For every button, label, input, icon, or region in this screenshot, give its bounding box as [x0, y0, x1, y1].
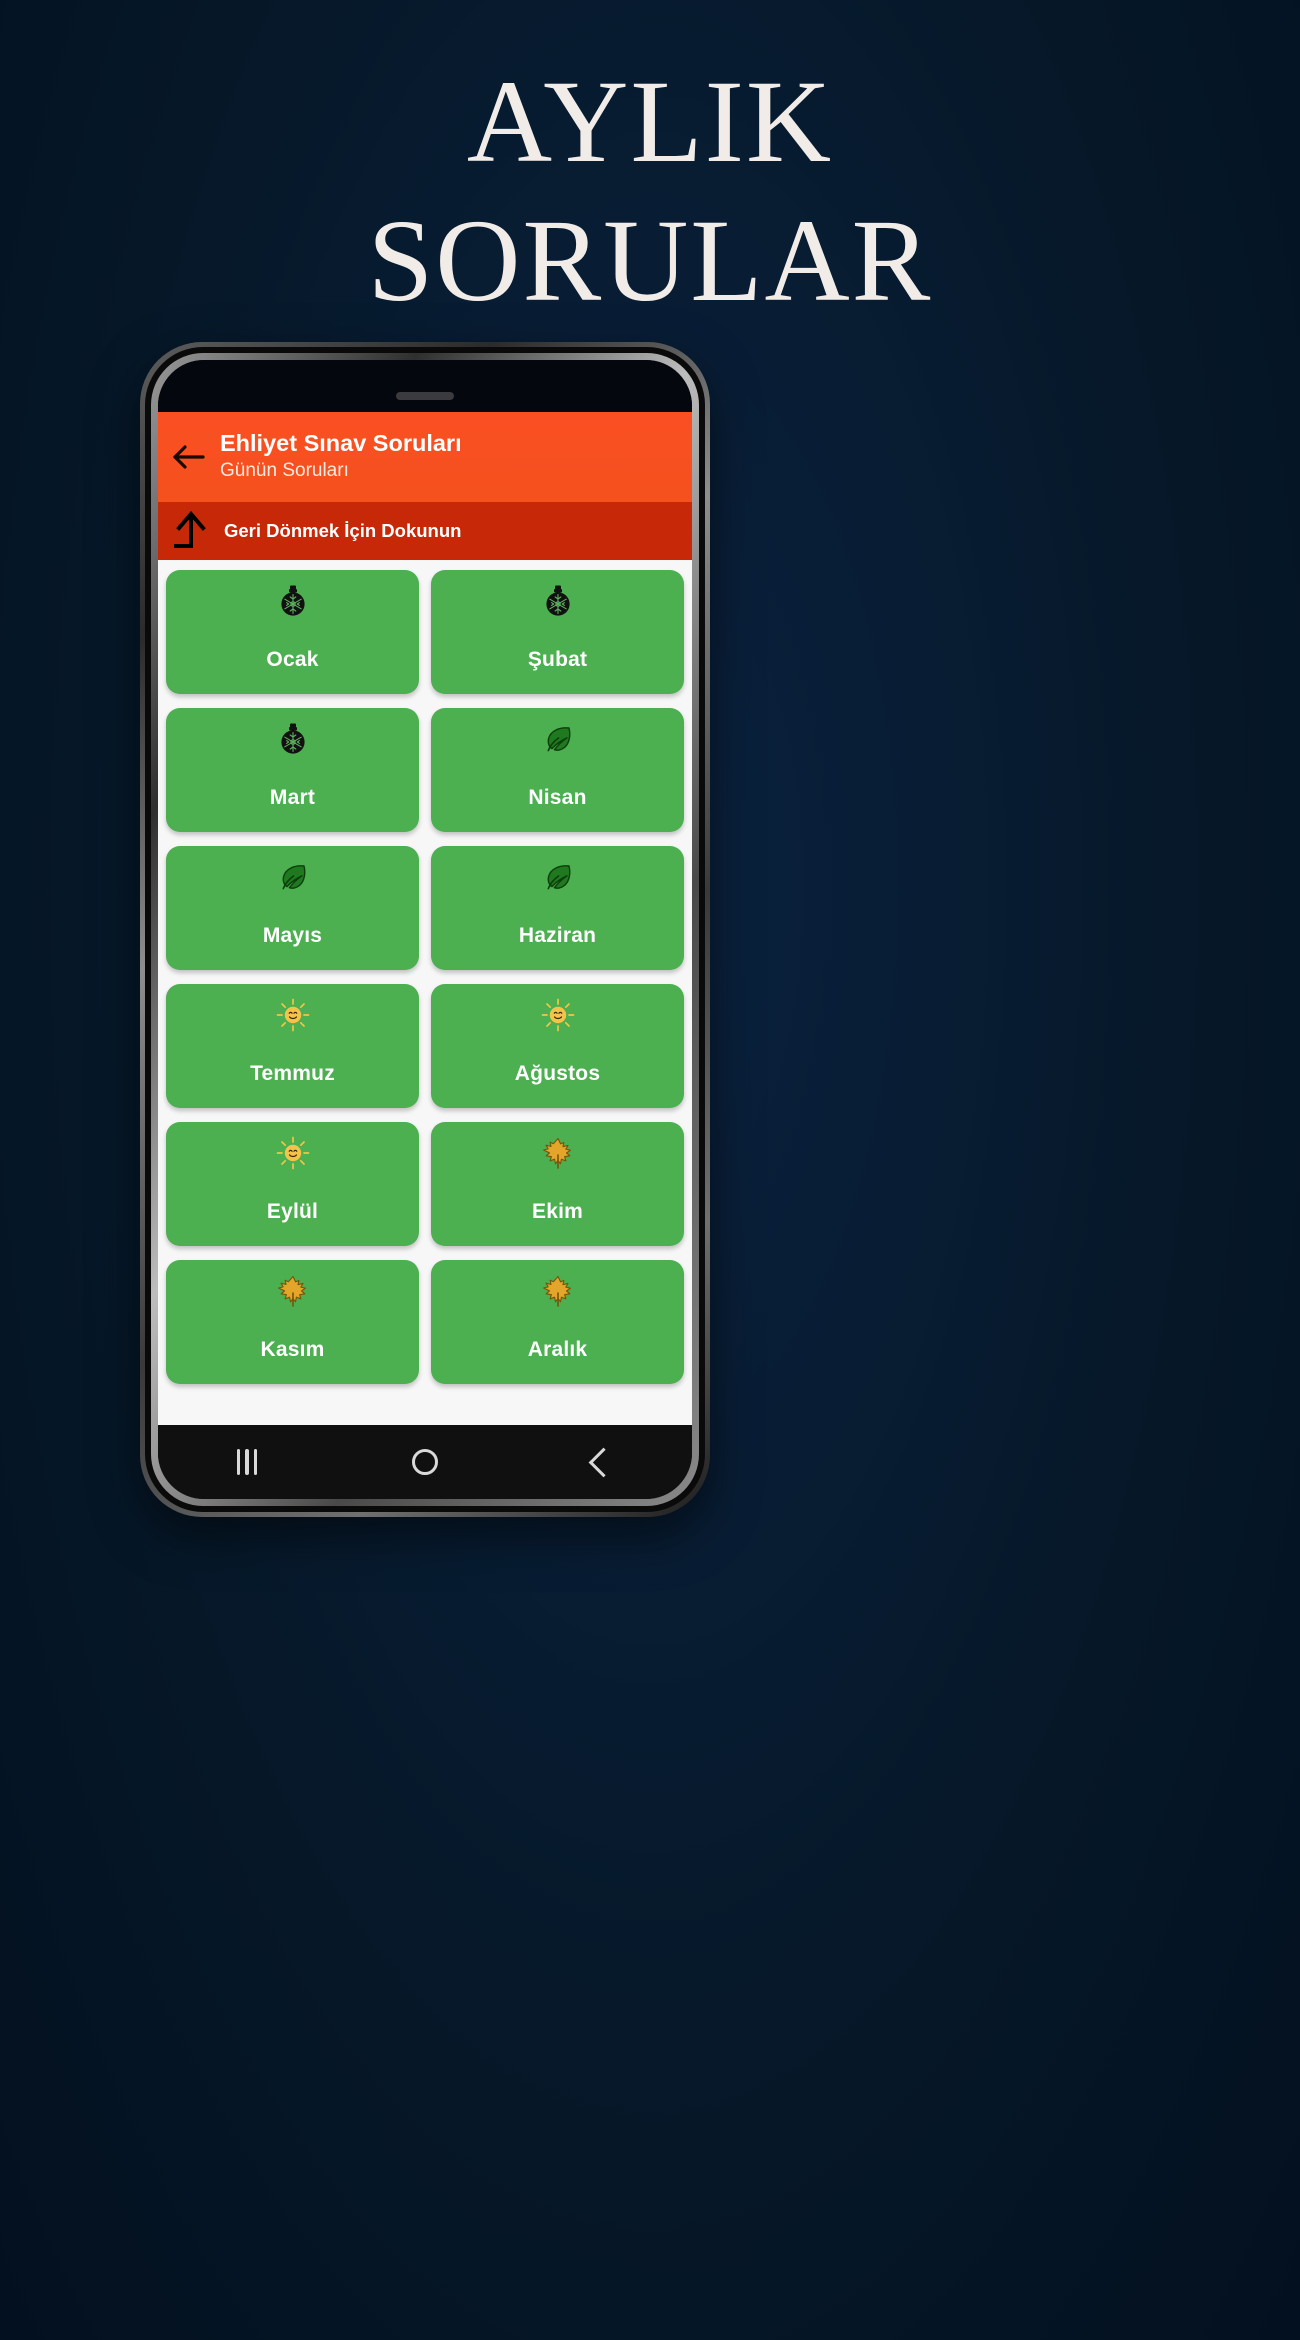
phone-mockup: Ehliyet Sınav Soruları Günün Soruları Ge… [140, 342, 710, 1517]
maple-leaf-icon [542, 1274, 574, 1308]
month-label: Mart [269, 786, 316, 809]
app-title: Ehliyet Sınav Soruları [220, 430, 462, 457]
month-card-ekim[interactable]: Ekim [431, 1122, 684, 1246]
back-hint-label: Geri Dönmek İçin Dokunun [224, 520, 462, 541]
app-subtitle: Günün Soruları [220, 460, 349, 482]
month-card-ağustos[interactable]: Ağustos [431, 984, 684, 1108]
poster-title-line-2: SORULAR [367, 195, 933, 327]
month-label: Haziran [518, 924, 597, 947]
month-label: Kasım [260, 1338, 325, 1361]
month-label: Temmuz [250, 1062, 335, 1085]
month-card-şubat[interactable]: Şubat [431, 570, 684, 694]
phone-bezel-inner: Ehliyet Sınav Soruları Günün Soruları Ge… [151, 353, 699, 1506]
maple-leaf-icon [277, 1274, 309, 1308]
month-card-mart[interactable]: Mart [166, 708, 419, 832]
month-card-eylül[interactable]: Eylül [166, 1122, 419, 1246]
maple-leaf-icon [542, 1136, 574, 1170]
month-label: Ocak [266, 648, 319, 671]
phone-screen: Ehliyet Sınav Soruları Günün Soruları Ge… [158, 360, 692, 1499]
month-card-temmuz[interactable]: Temmuz [166, 984, 419, 1108]
recents-icon[interactable] [212, 1449, 282, 1475]
poster-title-line-1: AYLIK [466, 56, 834, 187]
back-hint-bar[interactable]: Geri Dönmek İçin Dokunun [158, 502, 692, 560]
app-header-texts: Ehliyet Sınav Soruları Günün Soruları [220, 430, 472, 484]
month-label: Nisan [528, 786, 587, 809]
home-circle-icon[interactable] [390, 1449, 460, 1475]
christmas-ornament-icon [278, 584, 308, 618]
month-grid: Ocak Şubat Mart Nisan Mayıs Haziran Temmuz Ağus… [166, 570, 684, 1384]
sun-smiling-icon [541, 998, 575, 1032]
phone-top-area [158, 360, 692, 412]
back-chevron-icon[interactable] [568, 1447, 638, 1477]
earpiece-speaker-icon [396, 392, 454, 400]
christmas-ornament-icon [278, 722, 308, 756]
month-label: Aralık [527, 1338, 588, 1361]
leaf-icon [542, 860, 574, 894]
month-card-kasım[interactable]: Kasım [166, 1260, 419, 1384]
month-label: Mayıs [262, 924, 323, 947]
month-card-aralık[interactable]: Aralık [431, 1260, 684, 1384]
month-card-haziran[interactable]: Haziran [431, 846, 684, 970]
android-nav-bar [158, 1425, 692, 1499]
arrow-up-icon [158, 510, 224, 552]
month-label: Eylül [266, 1200, 319, 1223]
month-grid-container: Ocak Şubat Mart Nisan Mayıs Haziran Temmuz Ağus… [158, 560, 692, 1425]
leaf-icon [277, 860, 309, 894]
month-label: Şubat [527, 648, 588, 671]
app-header: Ehliyet Sınav Soruları Günün Soruları [158, 412, 692, 502]
month-card-ocak[interactable]: Ocak [166, 570, 419, 694]
month-card-mayıs[interactable]: Mayıs [166, 846, 419, 970]
month-label: Ağustos [514, 1062, 601, 1085]
poster-title: AYLIK SORULAR [0, 52, 1300, 330]
sun-smiling-icon [276, 1136, 310, 1170]
leaf-icon [542, 722, 574, 756]
sun-smiling-icon [276, 998, 310, 1032]
arrow-left-icon[interactable] [158, 444, 220, 470]
christmas-ornament-icon [543, 584, 573, 618]
month-card-nisan[interactable]: Nisan [431, 708, 684, 832]
phone-bezel-outer: Ehliyet Sınav Soruları Günün Soruları Ge… [145, 347, 705, 1512]
month-label: Ekim [532, 1200, 583, 1223]
